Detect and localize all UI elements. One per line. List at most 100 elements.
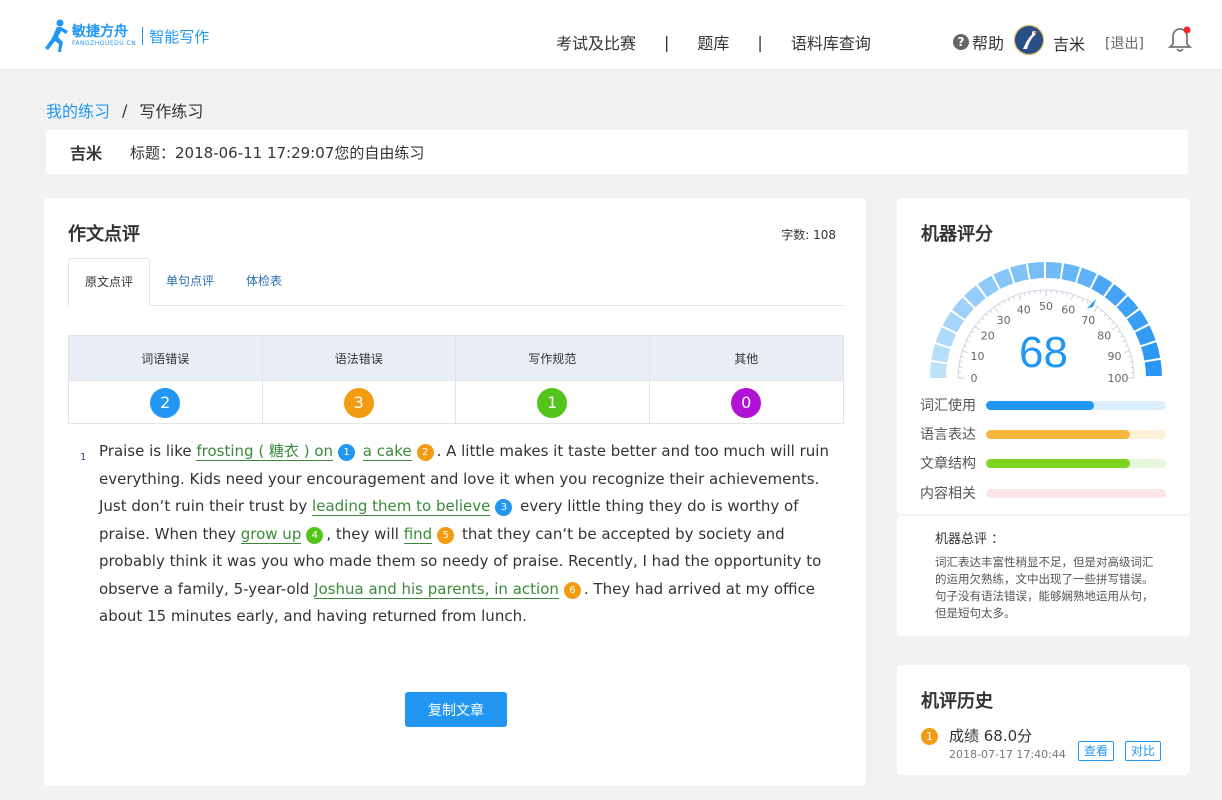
- error-header-other: 其他: [649, 336, 843, 380]
- nav-exams[interactable]: 考试及比赛: [556, 30, 636, 54]
- gauge-tick: [1081, 298, 1084, 302]
- logo-name: 敏捷方舟: [72, 24, 128, 40]
- help-link[interactable]: ? 帮助: [953, 30, 1004, 54]
- error-marker[interactable]: 5: [437, 526, 455, 544]
- compare-button[interactable]: 对比: [1125, 741, 1162, 761]
- gauge-pointer: [1086, 298, 1097, 309]
- highlighted-phrase[interactable]: a cake: [362, 442, 412, 461]
- help-label: 帮助: [972, 34, 1005, 53]
- gauge-tick: [1018, 294, 1022, 301]
- error-summary-table: 词语错误 语法错误 写作规范 其他 2 3 1 0: [68, 335, 844, 425]
- history-time: 2018-07-17 17:40:44: [949, 748, 1066, 761]
- metric-bar: [986, 429, 1130, 439]
- word-count: 字数: 108: [781, 228, 836, 242]
- logo-domain: FANGZHOUEDU.CN: [72, 40, 137, 47]
- error-marker[interactable]: 6: [563, 581, 581, 599]
- error-count-other[interactable]: 0: [731, 388, 762, 418]
- review-card: 作文点评 字数: 108 原文点评 单句点评 体检表 词语错误 语法错误 写作规…: [44, 198, 866, 786]
- history-heading: 机评历史: [921, 691, 993, 712]
- tab-sentence-review[interactable]: 单句点评: [150, 258, 230, 306]
- metric-label: 内容相关: [920, 486, 976, 502]
- gauge-tick: [1111, 321, 1115, 325]
- gauge-tick: [1103, 313, 1107, 317]
- error-marker[interactable]: 4: [306, 526, 324, 544]
- user-name[interactable]: 吉米: [1053, 31, 1085, 55]
- gauge-tick: [1093, 306, 1099, 312]
- highlighted-phrase[interactable]: find: [403, 524, 433, 544]
- error-count-grammar[interactable]: 3: [343, 388, 374, 418]
- error-header-word: 词语错误: [69, 336, 263, 380]
- history-score: 成绩 68.0分: [949, 727, 1033, 745]
- metric-label: 语言表达: [920, 427, 976, 443]
- error-count-style[interactable]: 1: [537, 388, 568, 418]
- error-marker[interactable]: 1: [338, 444, 356, 461]
- nav-corpus-search[interactable]: 语料库查询: [791, 30, 871, 54]
- logo[interactable]: 敏捷方舟 FANGZHOUEDU.CN 智能写作: [42, 18, 209, 54]
- logout-link[interactable]: [退出]: [1105, 33, 1144, 53]
- metric-structure: 文章结构: [920, 456, 1170, 472]
- gauge-tick: [989, 309, 993, 313]
- machine-score-card: 机器评分 0 10 20 30 40 50 60 70 80 90 100 68 词汇使用 语言表达…: [897, 198, 1190, 514]
- runner-logo-icon: [45, 19, 68, 52]
- nav-divider: |: [664, 32, 670, 52]
- nav-divider: |: [757, 32, 763, 52]
- gauge-tick: [1023, 292, 1026, 296]
- gauge-tick: [1099, 309, 1103, 313]
- metric-expression: 语言表达: [920, 427, 1170, 443]
- author-name: 吉米: [70, 144, 103, 163]
- view-button[interactable]: 查看: [1078, 741, 1115, 761]
- overall-comment-card: 机器总评 ： 词汇表达丰富性稍显不足，但是对高级词汇的运用欠熟练，文中出现了一些…: [897, 516, 1190, 636]
- main-nav: 考试及比赛 | 题库 | 语料库查询: [556, 30, 871, 54]
- gauge-tick: [1013, 295, 1016, 300]
- score-heading: 机器评分: [921, 224, 993, 245]
- gauge-tick: [1076, 295, 1079, 300]
- review-heading: 作文点评: [68, 224, 140, 245]
- bell-icon[interactable]: [1168, 26, 1192, 54]
- comment-title: 机器总评 ：: [935, 532, 1005, 547]
- essay-paragraph: Praise is like frosting ( 糖衣 ) on 1 a cak…: [99, 438, 840, 631]
- avatar[interactable]: [1014, 25, 1044, 55]
- tab-original-review[interactable]: 原文点评: [68, 258, 151, 307]
- gauge-tick: [998, 303, 1001, 307]
- comment-body: 词汇表达丰富性稍显不足，但是对高级词汇的运用欠熟练，文中出现了一些拼写错误。句子…: [935, 555, 1154, 620]
- essay-title: 标题：2018-06-11 17:29:07您的自由练习: [130, 143, 425, 162]
- error-marker[interactable]: 3: [495, 499, 513, 516]
- breadcrumb-separator: /: [122, 100, 128, 120]
- highlighted-phrase[interactable]: frosting ( 糖衣 ) on: [196, 442, 334, 461]
- gauge-tick: [1029, 291, 1031, 295]
- metric-label: 词汇使用: [920, 398, 976, 414]
- question-mark-icon: ?: [953, 34, 969, 50]
- gauge-tick: [1107, 317, 1111, 321]
- gauge-tick-label: 30: [997, 314, 1011, 327]
- breadcrumb-my-practice[interactable]: 我的练习: [46, 98, 110, 122]
- gauge-tick-label: 40: [1017, 304, 1031, 317]
- gauge-tick: [981, 317, 985, 321]
- highlighted-phrase[interactable]: leading them to believe: [312, 497, 491, 516]
- gauge-tick: [1003, 300, 1006, 304]
- score-history-card: 机评历史 1 成绩 68.0分 2018-07-17 17:40:44 查看 对…: [897, 665, 1190, 775]
- tab-checkup-sheet[interactable]: 体检表: [230, 258, 298, 306]
- gauge-segment: [1061, 263, 1080, 283]
- gauge-tick: [1066, 292, 1069, 296]
- highlighted-phrase[interactable]: Joshua and his parents, in action: [314, 579, 559, 599]
- essay-text: 1 Praise is like frosting ( 糖衣 ) on 1 a c…: [80, 438, 840, 631]
- error-marker[interactable]: 2: [416, 444, 434, 461]
- breadcrumb-current: 写作练习: [139, 102, 204, 121]
- gauge-tick: [1086, 300, 1089, 304]
- metric-bar: [986, 458, 1130, 468]
- highlighted-phrase[interactable]: grow up: [240, 524, 302, 544]
- gauge-segment: [1027, 262, 1045, 280]
- metric-label: 文章结构: [920, 456, 976, 472]
- gauge-tick: [1070, 294, 1074, 301]
- copy-essay-button[interactable]: 复制文章: [405, 692, 507, 727]
- metric-bar: [986, 400, 1094, 410]
- error-count-word[interactable]: 2: [150, 388, 181, 418]
- gauge-tick: [993, 306, 999, 312]
- gauge-tick: [1061, 291, 1063, 295]
- product-name: 智能写作: [149, 27, 210, 46]
- metric-relevance: 内容相关: [920, 486, 1170, 502]
- gauge-tick-label: 70: [1081, 314, 1095, 327]
- nav-question-bank[interactable]: 题库: [697, 30, 729, 54]
- essay-text-segment: , they will: [326, 524, 404, 543]
- essay-text-segment: Praise is like: [99, 442, 197, 460]
